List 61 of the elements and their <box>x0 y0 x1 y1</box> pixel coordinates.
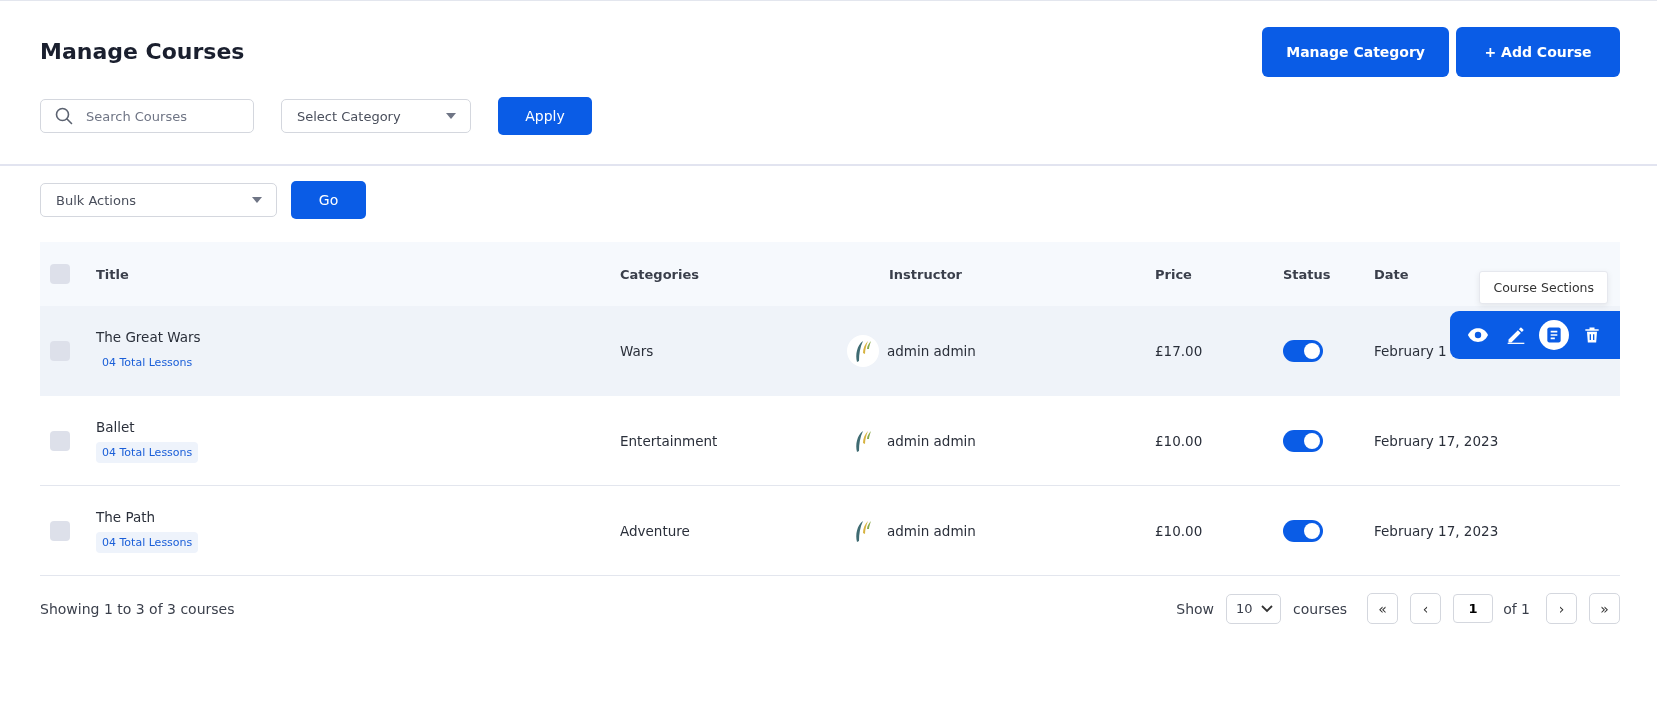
go-button[interactable]: Go <box>291 181 366 219</box>
search-field[interactable]: Search Courses <box>40 99 254 133</box>
apply-button[interactable]: Apply <box>498 97 592 135</box>
table-cell: February 17, 2023 <box>1374 432 1499 449</box>
first-page-button[interactable]: « <box>1367 593 1399 624</box>
row-checkbox[interactable] <box>50 430 70 451</box>
page-count: of 1 <box>1503 600 1530 617</box>
column-header: Categories <box>620 266 699 282</box>
instructor-name: admin admin <box>887 522 976 539</box>
manage-category-button[interactable]: Manage Category <box>1262 27 1449 77</box>
instructor-avatar-icon <box>847 334 879 367</box>
page-title: Manage Courses <box>40 39 245 64</box>
caret-icon <box>252 197 262 203</box>
next-page-button[interactable]: › <box>1546 593 1577 624</box>
instructor-name: admin admin <box>887 342 976 359</box>
course-title[interactable]: The Great Wars <box>96 328 201 345</box>
tooltip: Course Sections <box>1479 271 1608 304</box>
column-header: Date <box>1374 266 1409 282</box>
status-toggle[interactable] <box>1283 519 1323 542</box>
column-header: Title <box>96 266 129 282</box>
search-icon <box>55 107 73 125</box>
sections-button[interactable] <box>1539 320 1569 350</box>
table-cell: Wars <box>620 342 654 359</box>
column-header: Price <box>1155 266 1192 282</box>
bulk-actions-dropdown[interactable]: Bulk Actions <box>40 183 277 217</box>
course-title[interactable]: Ballet <box>96 418 135 435</box>
per-page-label: courses <box>1293 600 1348 617</box>
course-title[interactable]: The Path <box>96 508 156 525</box>
table-cell: £10.00 <box>1155 522 1203 539</box>
table-cell: February 1 <box>1374 342 1447 359</box>
trash-icon <box>1582 325 1602 345</box>
lessons-tag: 04 Total Lessons <box>96 531 199 553</box>
table-row[interactable]: The Path 04 Total Lessons Adventure admin admin £10.00 February 17, 2023 <box>40 486 1620 576</box>
select-all-checkbox[interactable] <box>50 264 70 284</box>
last-page-button[interactable]: » <box>1589 593 1620 624</box>
row-checkbox[interactable] <box>50 520 70 541</box>
show-label: Show <box>1176 600 1215 617</box>
status-toggle[interactable] <box>1283 429 1323 452</box>
document-icon <box>1544 325 1564 345</box>
per-page-dropdown[interactable]: 10 <box>1226 593 1282 624</box>
status-toggle[interactable] <box>1283 339 1323 362</box>
page-number-field[interactable]: 1 <box>1453 594 1494 623</box>
add-course-button[interactable]: + Add Course <box>1456 27 1620 77</box>
table-cell: £10.00 <box>1155 432 1203 449</box>
table-cell: February 17, 2023 <box>1374 522 1499 539</box>
chevron-down-icon <box>1261 604 1274 613</box>
table-cell: Adventure <box>620 522 690 539</box>
column-header: Status <box>1283 266 1331 282</box>
results-summary: Showing 1 to 3 of 3 courses <box>40 600 235 617</box>
table-cell: Entertainment <box>620 432 718 449</box>
caret-icon <box>446 113 456 119</box>
instructor-name: admin admin <box>887 432 976 449</box>
pencil-icon <box>1506 325 1526 345</box>
category-dropdown[interactable]: Select Category <box>281 99 471 133</box>
lessons-tag: 04 Total Lessons <box>96 441 199 463</box>
table-cell: £17.00 <box>1155 342 1203 359</box>
table-row[interactable]: The Great Wars 04 Total Lessons Wars admin admin £17.00 February 1 <box>40 306 1620 396</box>
lessons-tag: 04 Total Lessons <box>96 351 199 373</box>
table-row[interactable]: Ballet 04 Total Lessons Entertainment admin admin £10.00 February 17, 2023 <box>40 396 1620 486</box>
previous-page-button[interactable]: ‹ <box>1410 593 1442 624</box>
column-header: Instructor <box>889 266 962 282</box>
